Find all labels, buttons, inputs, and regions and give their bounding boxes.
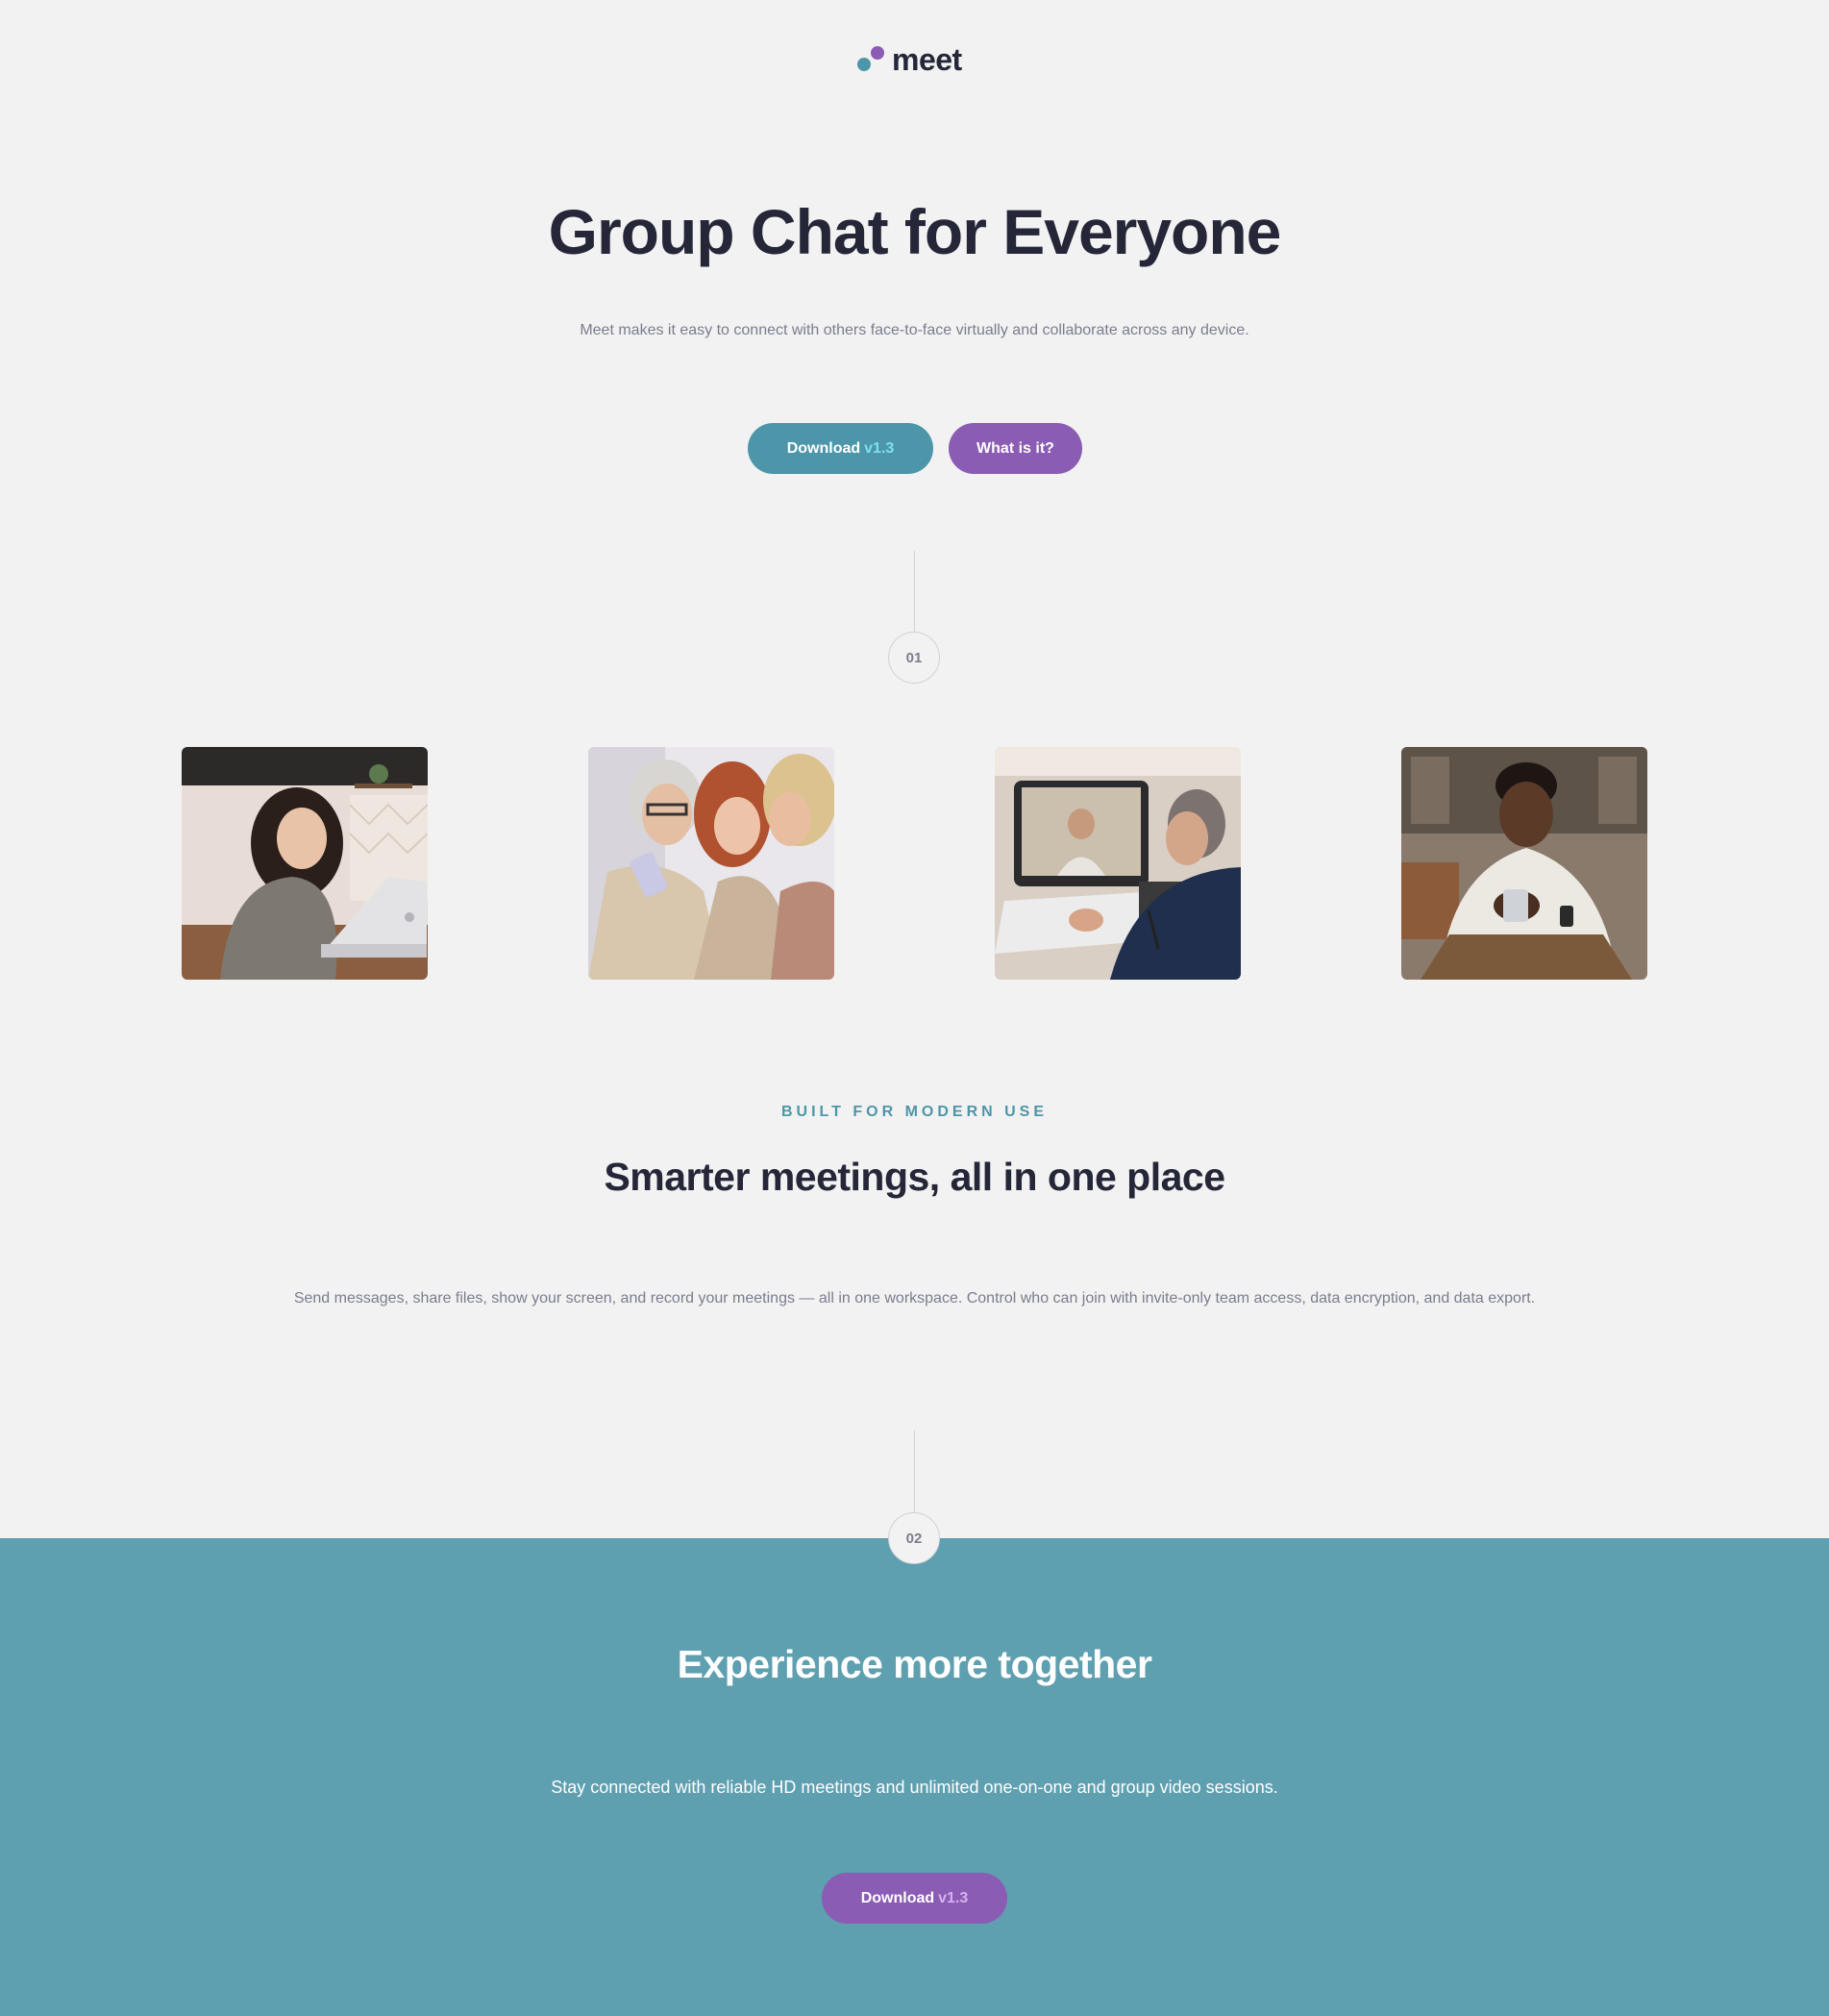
- cta-download-button-version: v1.3: [938, 1889, 969, 1906]
- brand-name: meet: [892, 42, 962, 77]
- download-button-version: v1.3: [864, 439, 895, 457]
- features-title: Smarter meetings, all in one place: [604, 1155, 1225, 1199]
- features-eyebrow: BUILT FOR MODERN USE: [780, 1104, 1049, 1120]
- brand-logo[interactable]: meet: [853, 42, 988, 77]
- step-number: 02: [905, 1530, 923, 1547]
- hero-subtitle: Meet makes it easy to connect with other…: [580, 322, 1249, 338]
- download-button-label: Download: [786, 439, 861, 457]
- cta-download-button[interactable]: Download v1.3: [822, 1873, 1007, 1924]
- cta-subtitle: Stay connected with reliable HD meetings…: [551, 1778, 1278, 1797]
- what-is-it-button-label: What is it?: [976, 439, 1054, 457]
- woman-laptop-photo: [182, 747, 428, 980]
- logo-dot-teal-icon: [857, 58, 871, 71]
- timeline-line: [914, 551, 915, 632]
- man-phone-photo: [1401, 747, 1647, 980]
- step-marker-02: 02: [888, 1512, 940, 1564]
- cta-download-button-label: Download: [860, 1889, 935, 1906]
- logo-dot-purple-icon: [871, 46, 884, 60]
- features-body: Send messages, share files, show your sc…: [293, 1290, 1536, 1307]
- step-marker-01: 01: [888, 632, 940, 684]
- man-video-call-photo: [995, 747, 1241, 980]
- step-number: 01: [905, 649, 923, 666]
- download-button[interactable]: Download v1.3: [748, 423, 933, 474]
- hero-title: Group Chat for Everyone: [548, 196, 1282, 267]
- women-phone-photo: [588, 747, 834, 980]
- what-is-it-button[interactable]: What is it?: [949, 423, 1082, 474]
- cta-title: Experience more together: [677, 1642, 1152, 1686]
